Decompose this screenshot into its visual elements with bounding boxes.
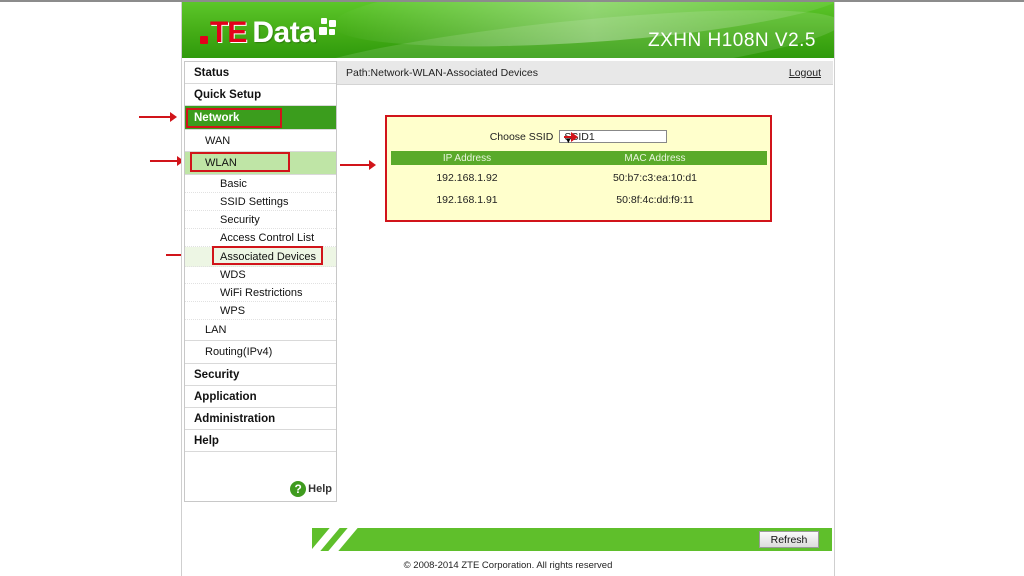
sidebar-item-wifi-restrictions[interactable]: WiFi Restrictions xyxy=(185,284,336,302)
sidebar-item-routing-ipv4[interactable]: Routing(IPv4) xyxy=(185,341,336,364)
path-bar: Path:Network-WLAN-Associated Devices Log… xyxy=(337,61,833,85)
help-icon: ? xyxy=(290,481,307,497)
column-header-mac: MAC Address xyxy=(624,152,686,164)
footer-bar xyxy=(310,528,832,551)
sidebar-item-access-control-list[interactable]: Access Control List xyxy=(185,229,336,247)
table-cell-mac: 50:8f:4c:dd:f9:11 xyxy=(616,194,694,206)
sidebar-item-lan[interactable]: LAN xyxy=(185,320,336,341)
associated-devices-panel: Choose SSID SSID1 ▼ IP Address MAC Addre… xyxy=(385,115,772,222)
help-link[interactable]: ? Help xyxy=(290,481,332,497)
table-row: 192.168.1.92 50:b7:c3:ea:10:d1 xyxy=(391,168,767,188)
header-banner: TE Data ZXHN H108N V2.5 xyxy=(182,2,834,58)
te-data-logo: TE Data xyxy=(200,16,339,50)
sidebar-item-wps[interactable]: WPS xyxy=(185,302,336,320)
sidebar-item-security[interactable]: Security xyxy=(185,364,336,386)
sidebar-item-wlan-security[interactable]: Security xyxy=(185,211,336,229)
sidebar-item-ssid-settings[interactable]: SSID Settings xyxy=(185,193,336,211)
table-cell-mac: 50:b7:c3:ea:10:d1 xyxy=(612,172,698,184)
column-header-ip: IP Address xyxy=(442,152,492,164)
logo-squares-icon xyxy=(317,18,339,48)
dropdown-arrow-icon: ▼ xyxy=(564,131,579,145)
table-cell-ip: 192.168.1.92 xyxy=(436,172,498,184)
help-label: Help xyxy=(308,483,332,495)
ssid-row: Choose SSID SSID1 ▼ xyxy=(387,130,770,145)
breadcrumb: Path:Network-WLAN-Associated Devices xyxy=(346,66,538,79)
logout-link[interactable]: Logout xyxy=(789,67,821,79)
annotation-box-associated-devices xyxy=(212,246,323,265)
sidebar-item-quick-setup[interactable]: Quick Setup xyxy=(185,84,336,106)
sidebar-item-administration[interactable]: Administration xyxy=(185,408,336,430)
annotation-arrow-wlan xyxy=(150,156,184,166)
sidebar-item-wan[interactable]: WAN xyxy=(185,130,336,152)
annotation-box-network xyxy=(186,108,282,128)
annotation-arrow-network xyxy=(139,112,177,122)
annotation-box-wlan xyxy=(190,152,290,172)
sidebar-item-application[interactable]: Application xyxy=(185,386,336,408)
annotation-arrow-panel xyxy=(340,160,376,170)
copyright-text: © 2008-2014 ZTE Corporation. All rights … xyxy=(403,560,613,571)
router-page: TE Data ZXHN H108N V2.5 Status Quick Set… xyxy=(181,2,835,576)
logo-te: TE xyxy=(210,16,247,49)
sidebar-item-basic[interactable]: Basic xyxy=(185,175,336,193)
logo-dot xyxy=(200,36,208,44)
ssid-label: Choose SSID xyxy=(489,130,554,143)
table-row: 192.168.1.91 50:8f:4c:dd:f9:11 xyxy=(391,190,767,210)
ssid-select[interactable]: SSID1 ▼ xyxy=(559,130,668,145)
devices-table-header: IP Address MAC Address xyxy=(391,151,767,165)
table-cell-ip: 192.168.1.91 xyxy=(436,194,498,206)
sidebar-item-wds[interactable]: WDS xyxy=(185,267,336,284)
model-name: ZXHN H108N V2.5 xyxy=(647,30,816,51)
sidebar-item-help[interactable]: Help xyxy=(185,430,336,452)
refresh-button[interactable]: Refresh xyxy=(759,531,819,548)
sidebar-item-status[interactable]: Status xyxy=(185,62,336,84)
logo-data: Data xyxy=(252,16,316,49)
